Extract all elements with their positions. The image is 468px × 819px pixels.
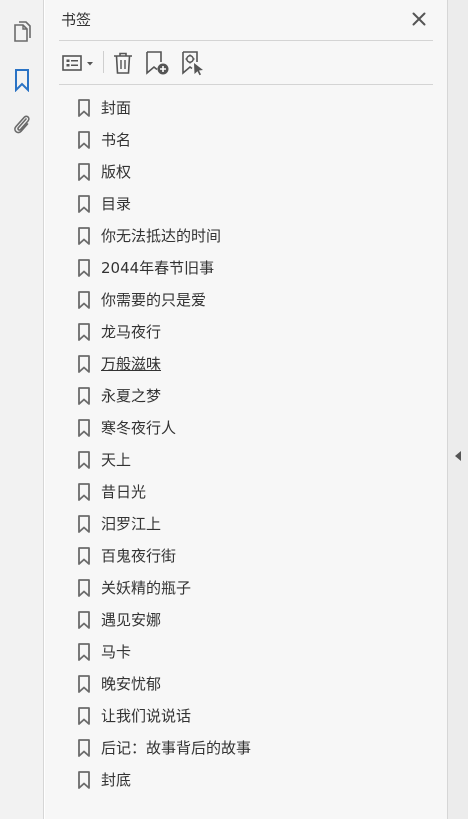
bookmark-icon [78,739,90,757]
new-bookmark-button[interactable] [144,50,170,76]
bookmark-icon [15,69,29,92]
bookmark-label: 遇见安娜 [101,611,162,629]
bookmark-label: 封面 [101,99,132,117]
bookmark-item[interactable]: 你无法抵达的时间 [77,220,437,252]
bookmark-item[interactable]: 你需要的只是爱 [77,284,437,316]
bookmark-label: 寒冬夜行人 [101,419,177,437]
delete-bookmark-button[interactable] [111,50,135,76]
bookmark-item[interactable]: 关妖精的瓶子 [77,572,437,604]
bookmark-item[interactable]: 寒冬夜行人 [77,412,437,444]
bookmark-list: 封面书名版权目录你无法抵达的时间 2044年春节旧事 你需要的只是爱 龙马夜行万般滋味… [77,92,437,796]
bookmark-icon [78,483,90,501]
bookmarks-pane: 书签 封面 书名 版权 目录 你无法抵达的时间 2044年春节旧事 你需要的只是… [0,0,468,819]
bookmark-item[interactable]: 版权 [77,156,437,188]
bookmark-label: 书名 [101,131,132,149]
attachments-button[interactable] [8,111,36,139]
bookmark-item[interactable]: 永夏之梦 [77,380,437,412]
pages-icon [14,21,31,42]
bookmark-item[interactable]: 书名 [77,124,437,156]
bookmark-item[interactable]: 后记：故事背后的故事 [77,732,437,764]
bookmark-label: 封底 [101,771,132,789]
close-icon [412,12,426,26]
bookmark-label: 你无法抵达的时间 [101,227,222,245]
bookmark-label: 你需要的只是爱 [101,291,207,309]
bookmark-item[interactable]: 昔日光 [77,476,437,508]
panel-header: 书签 [59,0,433,41]
bookmark-icon [78,323,90,341]
bookmark-item[interactable]: 马卡 [77,636,437,668]
toolbar-separator [103,51,104,73]
options-menu-button[interactable] [61,50,97,76]
bookmark-item[interactable]: 2044年春节旧事 [77,252,437,284]
bookmark-item[interactable]: 百鬼夜行街 [77,540,437,572]
bookmark-icon [78,195,90,213]
bookmarks-panel: 书签 封面 书名 版权 目录 你无法抵达的时间 2044年春节旧事 你需要的只是… [45,0,447,819]
bookmark-label: 晚安忧郁 [101,675,162,693]
bookmark-icon [78,131,90,149]
bookmark-label: 永夏之梦 [101,387,162,405]
bookmark-item[interactable]: 目录 [77,188,437,220]
new-bookmark-icon [146,51,169,75]
bookmark-label: 龙马夜行 [101,323,162,341]
bookmark-icon [78,355,90,373]
bookmark-icon [78,611,90,629]
bookmark-item[interactable]: 龙马夜行 [77,316,437,348]
bookmark-icon [78,707,90,725]
bookmark-icon [78,259,90,277]
bookmark-label: 让我们说说话 [101,707,192,725]
bookmark-item[interactable]: 封面 [77,92,437,124]
options-menu-icon [62,55,93,71]
bookmark-label: 万般滋味 [101,355,162,373]
bookmark-label: 2044年春节旧事 [101,259,215,277]
panel-splitter[interactable] [447,0,468,819]
collapse-panel-handle[interactable] [453,449,463,463]
bookmark-icon [78,675,90,693]
bookmark-label: 版权 [101,163,132,181]
bookmark-icon [78,387,90,405]
bookmarks-button[interactable] [8,66,36,94]
bookmark-label: 天上 [101,451,132,469]
new-bookmark-from-structure-icon [182,51,203,76]
bookmark-item[interactable]: 晚安忧郁 [77,668,437,700]
bookmark-icon [78,291,90,309]
bookmark-icon [78,515,90,533]
delete-icon [114,52,132,74]
bookmark-icon [78,419,90,437]
bookmark-label: 马卡 [101,643,132,661]
bookmark-label: 百鬼夜行街 [101,547,177,565]
navigation-rail [0,0,44,819]
bookmark-icon [78,771,90,789]
bookmark-item[interactable]: 汨罗江上 [77,508,437,540]
bookmark-icon [78,227,90,245]
bookmark-label: 汨罗江上 [101,515,162,533]
bookmark-icon [78,451,90,469]
bookmark-label: 后记：故事背后的故事 [101,739,252,757]
close-panel-button[interactable] [409,9,429,29]
bookmark-item[interactable]: 封底 [77,764,437,796]
panel-title: 书签 [61,11,92,29]
bookmark-icon [78,547,90,565]
page-thumbnails-button[interactable] [8,19,36,47]
bookmarks-toolbar [59,41,433,85]
bookmark-item[interactable]: 让我们说说话 [77,700,437,732]
bookmark-item[interactable]: 万般滋味 [77,348,437,380]
bookmark-label: 昔日光 [101,483,147,501]
bookmark-label: 目录 [101,195,132,213]
paperclip-icon [14,115,30,134]
new-bookmark-from-structure-button[interactable] [180,50,206,76]
bookmark-icon [78,643,90,661]
bookmark-label: 关妖精的瓶子 [101,579,192,597]
bookmark-icon [78,163,90,181]
bookmark-icon [78,99,90,117]
bookmark-item[interactable]: 遇见安娜 [77,604,437,636]
triangle-left-icon [455,451,461,461]
bookmark-icon [78,579,90,597]
bookmark-item[interactable]: 天上 [77,444,437,476]
